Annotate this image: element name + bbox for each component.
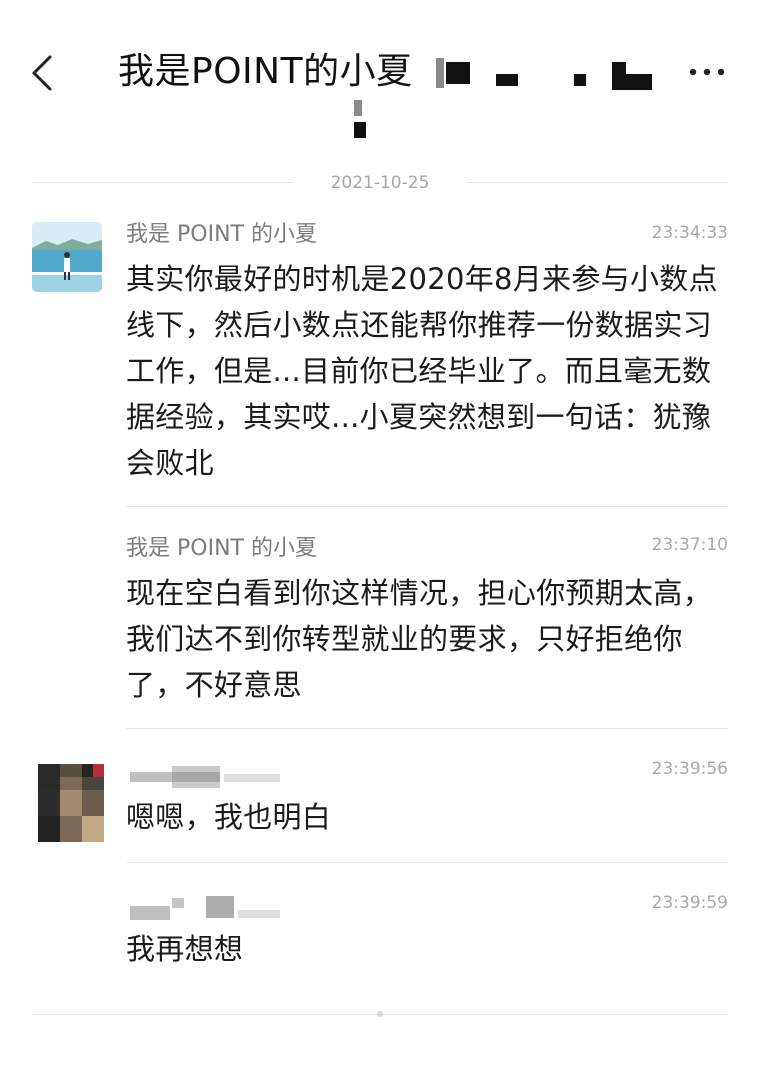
back-button[interactable]	[22, 48, 62, 98]
bottom-indicator	[377, 1011, 383, 1017]
message-text: 其实你最好的时机是2020年8月来参与小数点线下，然后小数点还能帮你推荐一份数据…	[126, 262, 718, 480]
redaction-mark	[436, 58, 444, 88]
avatar-image	[32, 222, 102, 292]
message-item[interactable]: 23:39:59 我再想想	[0, 886, 760, 996]
redaction-mark	[238, 910, 280, 918]
chat-title: 我是POINT的小夏	[118, 51, 413, 92]
message-separator	[126, 506, 728, 507]
chevron-left-icon	[32, 55, 52, 91]
message-text: 我再想想	[126, 932, 244, 966]
message-text: 现在空白看到你这样情况，担心你预期太高，我们达不到你转型就业的要求，只好拒绝你了…	[126, 576, 713, 702]
message-text: 嗯嗯，我也明白	[126, 800, 332, 834]
redaction-mark	[224, 774, 280, 782]
redaction-mark	[446, 62, 470, 84]
message-separator	[126, 862, 728, 863]
avatar-image	[38, 764, 104, 842]
redaction-mark	[172, 898, 184, 908]
message-time: 23:37:10	[651, 535, 728, 555]
redaction-mark	[612, 62, 626, 90]
avatar[interactable]	[38, 764, 104, 842]
redaction-mark	[172, 766, 220, 788]
message-item[interactable]: 我是 POINT 的小夏 23:34:33 其实你最好的时机是2020年8月来参…	[0, 214, 760, 504]
message-time: 23:39:56	[651, 759, 728, 779]
sender-name: 我是 POINT 的小夏	[126, 536, 317, 561]
more-dots-icon	[689, 68, 725, 76]
redaction-mark	[626, 74, 652, 90]
date-label: 2021-10-25	[330, 173, 430, 193]
redaction-mark	[496, 74, 518, 86]
more-button[interactable]	[682, 54, 732, 90]
redaction-mark	[130, 906, 170, 920]
date-divider: 2021-10-25	[32, 168, 728, 198]
redaction-mark	[354, 100, 362, 116]
avatar[interactable]	[32, 222, 102, 292]
chat-header: 我是POINT的小夏	[0, 0, 760, 160]
sender-name: 我是 POINT 的小夏	[126, 222, 317, 247]
message-separator	[126, 728, 728, 729]
message-item[interactable]: 我是 POINT 的小夏 23:37:10 现在空白看到你这样情况，担心你预期太…	[0, 530, 760, 720]
redaction-mark	[354, 122, 366, 138]
message-item[interactable]: 23:39:56 嗯嗯，我也明白	[0, 752, 760, 862]
message-time: 23:34:33	[651, 223, 728, 243]
message-time: 23:39:59	[651, 893, 728, 913]
redaction-mark	[574, 74, 586, 86]
redaction-mark	[206, 896, 234, 918]
